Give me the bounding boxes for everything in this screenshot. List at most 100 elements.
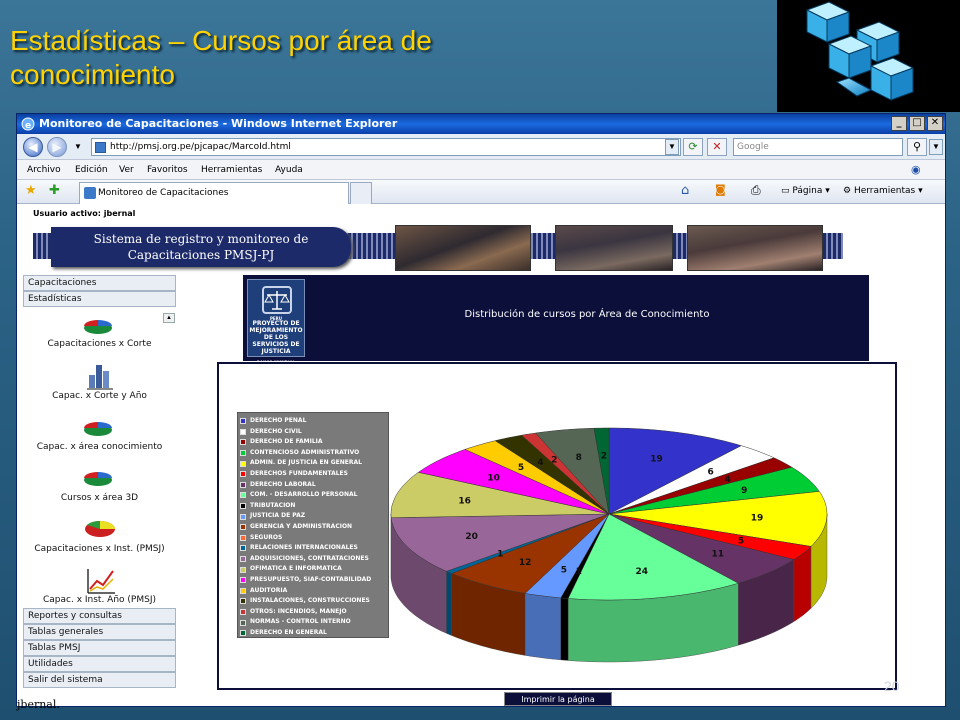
legend-swatch (240, 450, 246, 457)
legend-swatch (240, 534, 246, 541)
maximize-button[interactable]: □ (909, 116, 925, 131)
menu-edicion[interactable]: Edición (75, 165, 108, 175)
legend-swatch (240, 556, 246, 563)
pie-chart-red-icon[interactable] (83, 517, 117, 539)
legend-label: AUDITORIA (250, 586, 288, 594)
history-dropdown[interactable]: ▼ (71, 140, 85, 156)
legend-item: DERECHO DE FAMILIA (240, 437, 386, 448)
legend-item: DERECHO LABORAL (240, 480, 386, 491)
menu-herramientas[interactable]: Herramientas (201, 165, 262, 175)
forward-button[interactable]: ▶ (47, 137, 67, 157)
legend-label: JUSTICIA DE PAZ (250, 512, 306, 520)
legend-item: DERECHO PENAL (240, 416, 386, 427)
menu-archivo[interactable]: Archivo (27, 165, 61, 175)
menu-ver[interactable]: Ver (119, 165, 134, 175)
minimize-button[interactable]: _ (891, 116, 907, 131)
search-icon[interactable]: ⚲ (907, 138, 927, 156)
banner-title: Sistema de registro y monitoreo de Capac… (51, 227, 351, 267)
legend-label: SEGUROS (250, 533, 283, 541)
legend-item: INSTALACIONES, CONSTRUCCIONES (240, 596, 386, 607)
add-favorite-icon[interactable]: ✚ (49, 183, 60, 198)
legend-item: NORMAS - CONTROL INTERNO (240, 617, 386, 628)
address-dropdown[interactable]: ▼ (665, 139, 679, 155)
page-content: Usuario activo: jbernal Sistema de regis… (17, 205, 945, 711)
legend-item: DERECHO EN GENERAL (240, 628, 386, 639)
link-capac-corte-anio[interactable]: Capac. x Corte y Año (23, 391, 176, 401)
legend-swatch (240, 428, 246, 435)
legend-label: RELACIONES INTERNACIONALES (250, 544, 358, 552)
legend-item: CONTENCIOSO ADMINISTRATIVO (240, 448, 386, 459)
cubes-icon (805, 1, 915, 101)
slide-title: Estadísticas – Cursos por área de conoci… (10, 24, 770, 92)
legend-swatch (240, 587, 246, 594)
pie-value-label: 12 (519, 558, 532, 568)
legend-label: CONTENCIOSO ADMINISTRATIVO (250, 448, 360, 456)
legend-item: OFIMATICA E INFORMATICA (240, 564, 386, 575)
search-dropdown[interactable]: ▼ (929, 139, 943, 155)
pie-value-label: 5 (518, 463, 524, 473)
pie-value-label: 4 (724, 475, 730, 485)
menu-ayuda[interactable]: Ayuda (275, 165, 303, 175)
pie-chart-3d-icon[interactable] (83, 469, 113, 487)
pie-value-label: 1 (497, 550, 503, 560)
legend-swatch (240, 481, 246, 488)
page-icon (95, 142, 106, 153)
link-capacitaciones-corte[interactable]: Capacitaciones x Corte (23, 339, 176, 349)
sidebar-item-salir[interactable]: Salir del sistema (23, 672, 176, 688)
legend-label: COM. - DESARROLLO PERSONAL (250, 491, 358, 499)
legend-item: SEGUROS (240, 533, 386, 544)
help-icon[interactable]: ◉ (911, 163, 921, 176)
pie-value-label: 19 (650, 455, 663, 465)
feeds-icon[interactable]: ◙ (715, 183, 726, 196)
legend-item: PRESUPUESTO, SIAF-CONTABILIDAD (240, 575, 386, 586)
link-capacitaciones-inst[interactable]: Capacitaciones x Inst. (PMSJ) (23, 544, 176, 554)
banner-photo-3 (687, 225, 823, 271)
address-bar[interactable]: http://pmsj.org.pe/pjcapac/MarcoId.html (91, 138, 681, 156)
pie-chart-icon[interactable] (83, 317, 113, 335)
search-input[interactable]: Google (733, 138, 903, 156)
stop-button[interactable]: ✕ (707, 138, 727, 156)
new-tab-button[interactable] (350, 182, 372, 204)
status-user: jbernal. (17, 698, 60, 711)
pie-value-label: 8 (576, 453, 582, 463)
legend-label: ADQUISICIONES, CONTRATACIONES (250, 554, 369, 562)
legend-item: AUDITORIA (240, 586, 386, 597)
window-titlebar: e Monitoreo de Capacitaciones - Windows … (17, 114, 945, 134)
back-button[interactable]: ◀ (23, 137, 43, 157)
tab-page-icon (84, 187, 96, 199)
sidebar-item-utilidades[interactable]: Utilidades (23, 656, 176, 672)
link-capac-area-conocimiento[interactable]: Capac. x área conocimiento (23, 442, 176, 452)
tools-menu[interactable]: ⚙ Herramientas ▾ (843, 186, 923, 196)
menu-bar: Archivo Edición Ver Favoritos Herramient… (17, 160, 945, 180)
home-icon[interactable]: ⌂ (681, 183, 689, 198)
favorites-star-icon[interactable]: ★ (25, 183, 37, 198)
bar-chart-3d-icon[interactable] (85, 361, 115, 391)
address-text: http://pmsj.org.pe/pjcapac/MarcoId.html (110, 142, 291, 152)
pie-value-label: 5 (561, 566, 567, 576)
menu-favoritos[interactable]: Favoritos (147, 165, 188, 175)
sidebar-item-reportes[interactable]: Reportes y consultas (23, 608, 176, 624)
print-page-button[interactable]: Imprimir la página (504, 692, 612, 706)
pie-value-label: 2 (601, 452, 607, 462)
line-chart-icon[interactable] (85, 567, 117, 595)
sidebar-item-estadisticas[interactable]: Estadísticas (23, 291, 176, 307)
scroll-up-button[interactable]: ▲ (163, 313, 175, 323)
link-capac-inst-anio[interactable]: Capac. x Inst. Año (PMSJ) (23, 595, 176, 605)
link-cursos-area-3d[interactable]: Cursos x área 3D (23, 493, 176, 503)
stats-panel: ▲ Capacitaciones x Corte Capac. x Corte … (23, 311, 176, 607)
browser-tab[interactable]: Monitoreo de Capacitaciones (79, 182, 349, 204)
legend-item: ADMIN. DE JUSTICIA EN GENERAL (240, 458, 386, 469)
legend-label: OTROS: INCENDIOS, MANEJO (250, 607, 347, 615)
tools-menu-label: Herramientas (853, 186, 916, 196)
legend-swatch (240, 460, 246, 467)
sidebar-item-tablas-pmsj[interactable]: Tablas PMSJ (23, 640, 176, 656)
refresh-button[interactable]: ⟳ (683, 138, 703, 156)
sidebar-item-capacitaciones[interactable]: Capacitaciones (23, 275, 176, 291)
pie-chart-icon[interactable] (83, 419, 113, 437)
print-icon[interactable]: ⎙ (751, 183, 761, 198)
close-button[interactable]: ✕ (927, 116, 943, 131)
page-menu[interactable]: ▭ Página ▾ (781, 186, 830, 196)
pie-value-label: 10 (487, 473, 500, 483)
sidebar-item-tablas-generales[interactable]: Tablas generales (23, 624, 176, 640)
chart-heading: Distribución de cursos por Área de Conoc… (464, 309, 710, 320)
